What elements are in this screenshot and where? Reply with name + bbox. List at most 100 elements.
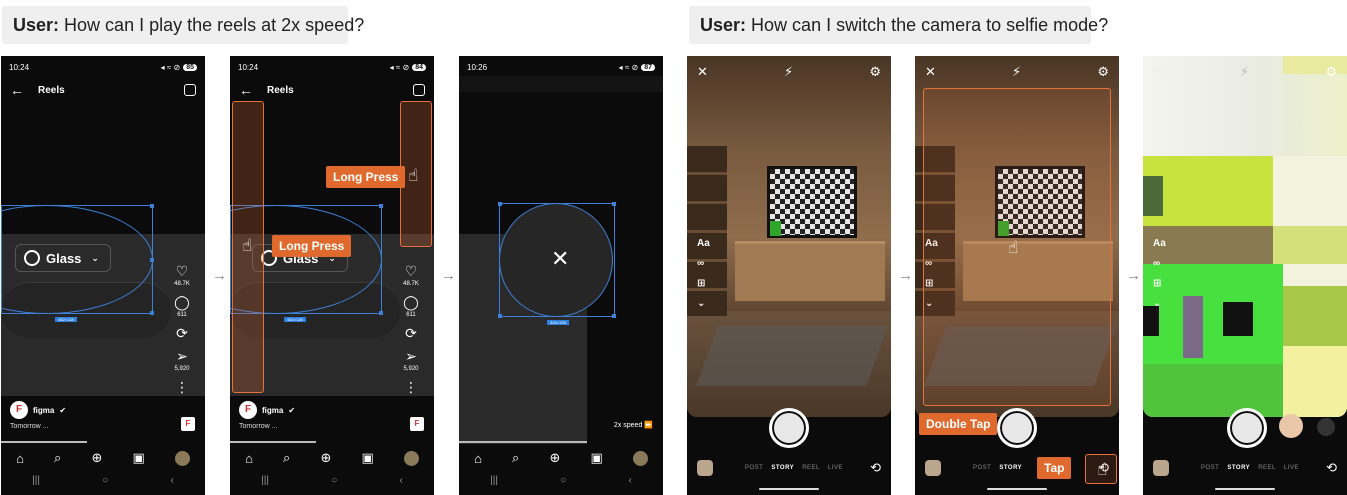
avatar[interactable]: F bbox=[10, 401, 28, 419]
search-icon[interactable]: ⌕ bbox=[54, 450, 61, 466]
layout-tool[interactable]: ⊞ bbox=[697, 278, 710, 289]
more-icon[interactable]: ⋮ bbox=[175, 379, 189, 395]
shutter-button[interactable] bbox=[769, 408, 809, 448]
text-tool[interactable]: Aa bbox=[697, 238, 710, 249]
profile-avatar[interactable] bbox=[174, 450, 190, 466]
repost-icon[interactable]: ⟳ bbox=[405, 325, 417, 341]
add-icon[interactable]: ⊕ bbox=[549, 450, 560, 466]
camera-icon[interactable] bbox=[184, 84, 196, 96]
profile-avatar[interactable] bbox=[632, 450, 648, 466]
send-icon[interactable]: ➢ bbox=[176, 348, 188, 364]
comment-icon[interactable]: ◯ bbox=[174, 294, 190, 310]
heart-icon[interactable]: ♡ bbox=[176, 263, 189, 279]
camera-viewfinder[interactable] bbox=[687, 56, 891, 417]
home-button-icon[interactable]: ○ bbox=[560, 475, 566, 489]
question-prefix: User: bbox=[13, 15, 60, 35]
mode-story[interactable]: STORY bbox=[999, 465, 1022, 471]
add-icon[interactable]: ⊕ bbox=[320, 450, 331, 466]
reel-author[interactable]: F figma ✔ bbox=[239, 401, 295, 419]
more-tools[interactable]: ⌄ bbox=[1153, 298, 1166, 309]
profile-avatar[interactable] bbox=[403, 450, 419, 466]
mode-live[interactable]: LIVE bbox=[828, 465, 843, 471]
mode-reel[interactable]: REEL bbox=[802, 465, 820, 471]
home-icon[interactable]: ⌂ bbox=[16, 451, 24, 466]
gallery-thumbnail[interactable] bbox=[697, 460, 713, 476]
settings-icon[interactable]: ⚙ bbox=[1097, 64, 1109, 82]
back-icon[interactable]: ‹ bbox=[400, 475, 403, 489]
figma-logo-icon[interactable]: F bbox=[181, 417, 195, 431]
clock: 10:24 bbox=[238, 62, 259, 72]
send-icon[interactable]: ➢ bbox=[405, 348, 417, 364]
home-button-icon[interactable]: ○ bbox=[102, 475, 108, 489]
camera-viewfinder[interactable] bbox=[1143, 56, 1347, 417]
video-progress[interactable] bbox=[459, 441, 587, 443]
mode-post[interactable]: POST bbox=[1201, 465, 1219, 471]
flip-camera-icon[interactable]: ⟲ bbox=[1326, 460, 1337, 476]
search-icon[interactable]: ⌕ bbox=[512, 450, 519, 466]
video-progress[interactable] bbox=[230, 441, 316, 443]
mode-reel[interactable]: REEL bbox=[1258, 465, 1276, 471]
reels-screen-1: 10:24 ◂ ≈ ⊘ 85 ← Reels Glass ⌄ 482×138 ♡ … bbox=[1, 56, 205, 495]
shutter-button[interactable] bbox=[997, 408, 1037, 448]
close-icon[interactable]: ✕ bbox=[697, 64, 708, 82]
pixel-block bbox=[1143, 364, 1283, 417]
mode-post[interactable]: POST bbox=[973, 465, 991, 471]
boomerang-tool[interactable]: ∞ bbox=[697, 258, 710, 269]
home-button-icon[interactable]: ○ bbox=[331, 475, 337, 489]
caption[interactable]: Tomorrow ... bbox=[10, 423, 49, 430]
figma-logo-icon[interactable]: F bbox=[410, 417, 424, 431]
flash-off-icon[interactable]: ⚡ bbox=[784, 64, 793, 82]
home-icon[interactable]: ⌂ bbox=[245, 451, 253, 466]
shutter-button[interactable] bbox=[1227, 408, 1267, 448]
gallery-thumbnail[interactable] bbox=[925, 460, 941, 476]
reel-author[interactable]: F figma ✔ bbox=[10, 401, 66, 419]
filter-thumb[interactable] bbox=[1317, 418, 1335, 436]
settings-icon[interactable]: ⚙ bbox=[869, 64, 881, 82]
boomerang-tool[interactable]: ∞ bbox=[1153, 258, 1166, 269]
flash-off-icon[interactable]: ⚡ bbox=[1240, 64, 1249, 82]
flash-off-icon[interactable]: ⚡ bbox=[1012, 64, 1021, 82]
heart-icon[interactable]: ♡ bbox=[405, 263, 418, 279]
caption[interactable]: Tomorrow ... bbox=[239, 423, 278, 430]
home-indicator bbox=[987, 488, 1047, 490]
recents-icon[interactable]: ||| bbox=[261, 475, 269, 489]
layout-tool[interactable]: ⊞ bbox=[1153, 278, 1166, 289]
mode-story[interactable]: STORY bbox=[1227, 465, 1250, 471]
back-icon[interactable]: ‹ bbox=[629, 475, 632, 489]
recents-icon[interactable]: ||| bbox=[490, 475, 498, 489]
reels-icon[interactable]: ▣ bbox=[361, 450, 373, 466]
action-rail: ♡ 48.7K ◯ 611 ⟳ ➢ 5,920 ⋮ bbox=[396, 258, 426, 395]
reels-icon[interactable]: ▣ bbox=[590, 450, 602, 466]
back-icon[interactable]: ‹ bbox=[171, 475, 174, 489]
settings-icon[interactable]: ⚙ bbox=[1325, 64, 1337, 82]
mode-live[interactable]: LIVE bbox=[1284, 465, 1299, 471]
flip-camera-icon[interactable]: ⟲ bbox=[870, 460, 881, 476]
more-icon[interactable]: ⋮ bbox=[404, 379, 418, 395]
mode-story[interactable]: STORY bbox=[771, 465, 794, 471]
video-progress[interactable] bbox=[1, 441, 87, 443]
back-arrow-icon[interactable]: ← bbox=[239, 82, 253, 98]
bottom-nav: ⌂ ⌕ ⊕ ▣ bbox=[1, 448, 205, 468]
search-icon[interactable]: ⌕ bbox=[283, 450, 290, 466]
home-icon[interactable]: ⌂ bbox=[474, 451, 482, 466]
close-icon[interactable]: ✕ bbox=[1153, 64, 1164, 82]
reels-icon[interactable]: ▣ bbox=[132, 450, 144, 466]
close-icon[interactable]: ✕ bbox=[925, 64, 936, 82]
gallery-thumbnail[interactable] bbox=[1153, 460, 1169, 476]
repost-icon[interactable]: ⟳ bbox=[176, 325, 188, 341]
back-arrow-icon[interactable]: ← bbox=[10, 82, 24, 98]
face-filter-thumb[interactable] bbox=[1279, 414, 1303, 438]
creative-tools: Aa ∞ ⊞ ⌄ bbox=[697, 238, 710, 309]
more-tools[interactable]: ⌄ bbox=[697, 298, 710, 309]
text-tool[interactable]: Aa bbox=[1153, 238, 1166, 249]
recents-icon[interactable]: ||| bbox=[32, 475, 40, 489]
camera-icon[interactable] bbox=[413, 84, 425, 96]
page-title: Reels bbox=[267, 84, 294, 96]
double-tap-label: Double Tap bbox=[919, 413, 998, 435]
add-icon[interactable]: ⊕ bbox=[91, 450, 102, 466]
avatar[interactable]: F bbox=[239, 401, 257, 419]
shares-count: 5,920 bbox=[174, 366, 190, 372]
mode-post[interactable]: POST bbox=[745, 465, 763, 471]
mode-selector: POST STORY bbox=[973, 465, 1022, 471]
comment-icon[interactable]: ◯ bbox=[403, 294, 419, 310]
